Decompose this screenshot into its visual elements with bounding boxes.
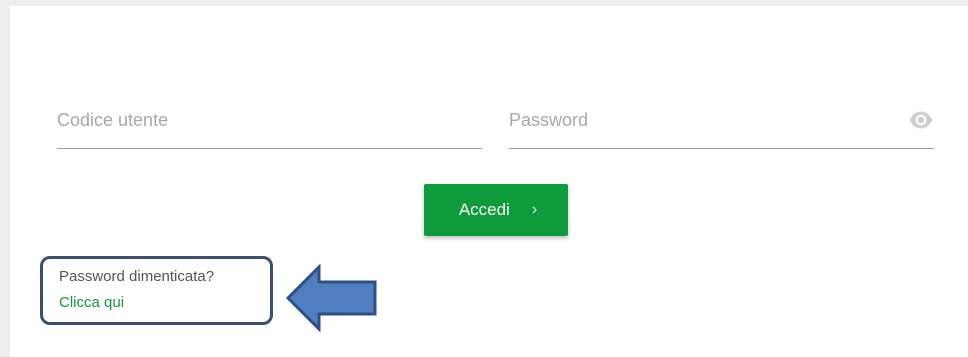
- chevron-right-icon: ›: [531, 200, 538, 218]
- login-button[interactable]: Accedi ›: [424, 184, 568, 236]
- forgot-password-question: Password dimenticata?: [59, 268, 215, 285]
- user-code-input[interactable]: [57, 104, 482, 136]
- password-input[interactable]: [509, 104, 934, 136]
- login-button-label: Accedi: [458, 200, 510, 219]
- password-field[interactable]: [509, 94, 934, 149]
- arrow-left-icon: [285, 264, 377, 332]
- eye-icon[interactable]: [908, 109, 934, 131]
- forgot-password-box: Password dimenticata? Clicca qui: [40, 256, 273, 325]
- login-card: Accedi › Password dimenticata? Clicca qu…: [10, 6, 968, 357]
- forgot-password-link[interactable]: Clicca qui: [59, 294, 124, 311]
- user-code-field[interactable]: [57, 94, 482, 149]
